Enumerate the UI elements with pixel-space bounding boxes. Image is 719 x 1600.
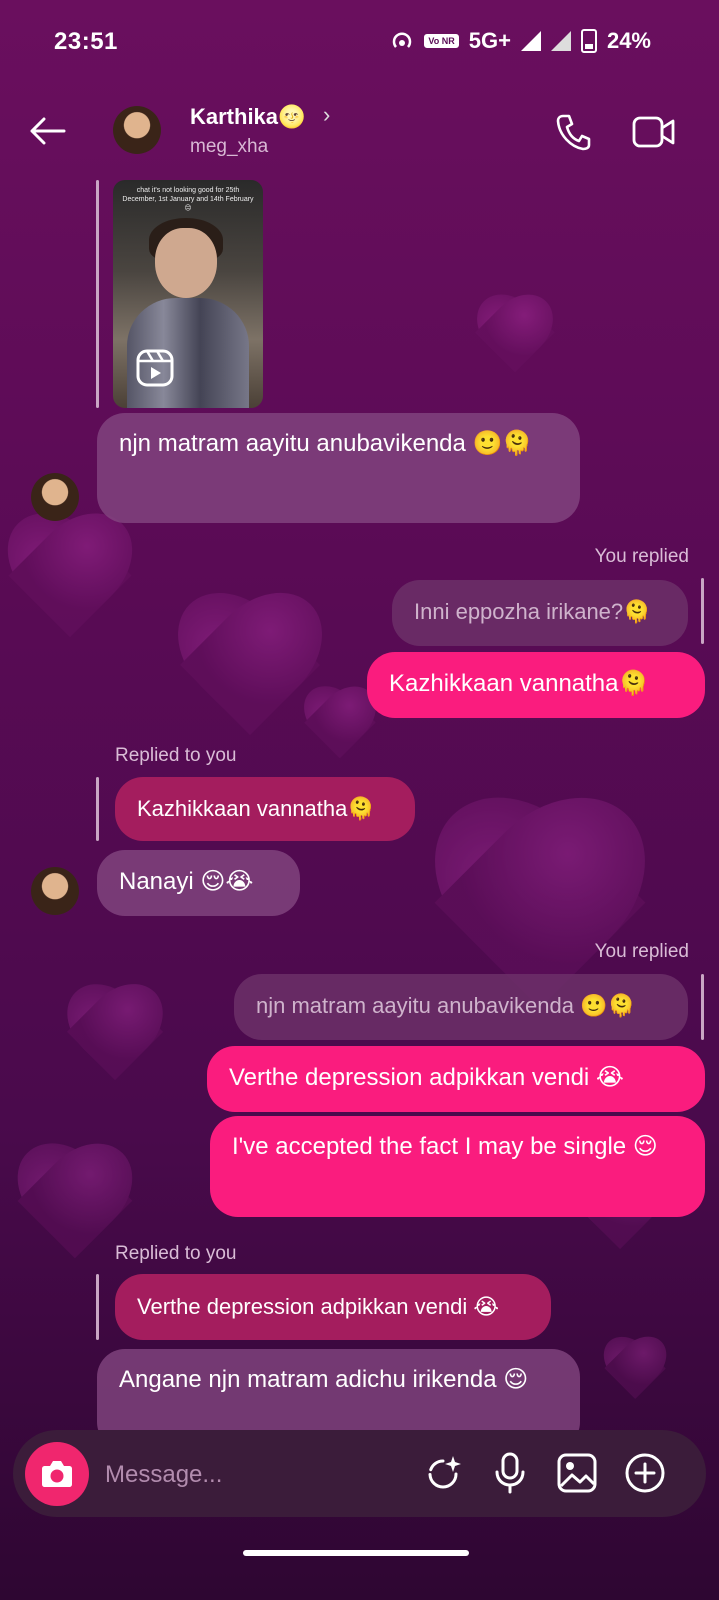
received-message[interactable]: njn matram aayitu anubavikenda 🙂🫠	[97, 413, 580, 523]
status-bar: 23:51 Vo NR 5G+ 24%	[0, 0, 719, 84]
quoted-text: Verthe depression adpikkan vendi 😭	[137, 1294, 500, 1319]
you-replied-label: You replied	[594, 941, 689, 962]
back-arrow-icon[interactable]	[28, 116, 68, 149]
background-heart	[0, 520, 140, 650]
quoted-text: Inni eppozha irikane?🫠	[414, 599, 651, 624]
microphone-icon[interactable]	[493, 1452, 527, 1499]
message-text: I've accepted the fact I may be single 😌	[232, 1133, 658, 1160]
contact-avatar[interactable]	[113, 106, 161, 154]
message-text: Kazhikkaan vannatha🫠	[389, 670, 649, 697]
sent-message[interactable]: I've accepted the fact I may be single 😌	[210, 1116, 705, 1217]
contact-username[interactable]: meg_xha	[190, 136, 268, 158]
background-heart	[470, 300, 560, 380]
received-message[interactable]: Nanayi 😌😭	[97, 850, 300, 916]
reply-line	[96, 777, 99, 841]
add-circle-icon[interactable]	[624, 1452, 666, 1499]
reels-icon	[136, 349, 174, 387]
contact-avatar-small[interactable]	[31, 867, 79, 915]
sent-message[interactable]: Verthe depression adpikkan vendi 😭	[207, 1046, 705, 1112]
video-call-icon[interactable]	[632, 114, 676, 155]
reply-line	[701, 974, 704, 1040]
message-text: Verthe depression adpikkan vendi 😭	[229, 1064, 624, 1091]
quoted-text: Kazhikkaan vannatha🫠	[137, 796, 375, 821]
home-indicator[interactable]	[243, 1550, 469, 1556]
signal-2-icon	[550, 31, 571, 51]
quoted-message[interactable]: Kazhikkaan vannatha🫠	[115, 777, 415, 841]
quoted-message[interactable]: Inni eppozha irikane?🫠	[392, 580, 688, 646]
message-text: njn matram aayitu anubavikenda 🙂🫠	[119, 430, 533, 457]
status-time: 23:51	[54, 28, 118, 55]
shared-reel[interactable]: chat it's not looking good for 25th Dece…	[113, 180, 263, 408]
battery-percent: 24%	[606, 28, 651, 53]
gallery-icon[interactable]	[556, 1452, 598, 1499]
reel-caption: chat it's not looking good for 25th Dece…	[122, 187, 254, 212]
chat-header: Karthika🌝 › meg_xha	[0, 90, 719, 174]
message-text: Angane njn matram adichu irikenda 😌	[119, 1366, 529, 1393]
reply-line	[96, 180, 99, 408]
quoted-text: njn matram aayitu anubavikenda 🙂🫠	[256, 993, 635, 1018]
replied-to-you-label: Replied to you	[115, 1243, 237, 1264]
network-type: 5G+	[468, 28, 511, 53]
camera-button[interactable]	[25, 1442, 89, 1506]
background-heart	[300, 690, 380, 765]
quoted-message[interactable]: njn matram aayitu anubavikenda 🙂🫠	[234, 974, 688, 1040]
background-heart	[60, 990, 170, 1090]
chevron-right-icon[interactable]: ›	[323, 102, 330, 128]
battery-icon	[580, 29, 597, 53]
message-input[interactable]	[103, 1458, 407, 1492]
message-composer	[13, 1430, 706, 1517]
contact-avatar-small[interactable]	[31, 473, 79, 521]
quoted-message[interactable]: Verthe depression adpikkan vendi 😭	[115, 1274, 551, 1340]
reply-line	[701, 578, 704, 644]
message-text: Nanayi 😌😭	[119, 868, 254, 895]
reel-thumbnail-face	[155, 228, 217, 298]
reply-line	[96, 1274, 99, 1340]
camera-icon	[42, 1461, 72, 1487]
phone-call-icon[interactable]	[555, 112, 591, 157]
replied-to-you-label: Replied to you	[115, 745, 237, 766]
volte-badge: Vo NR	[424, 34, 459, 48]
background-heart	[600, 1340, 670, 1405]
status-icons: Vo NR 5G+ 24%	[390, 28, 651, 54]
sent-message[interactable]: Kazhikkaan vannatha🫠	[367, 652, 705, 718]
contact-name[interactable]: Karthika🌝	[190, 104, 305, 130]
signal-icon	[520, 31, 541, 51]
sparkle-effects-icon[interactable]	[423, 1452, 465, 1499]
hotspot-icon	[393, 32, 412, 48]
you-replied-label: You replied	[594, 546, 689, 567]
